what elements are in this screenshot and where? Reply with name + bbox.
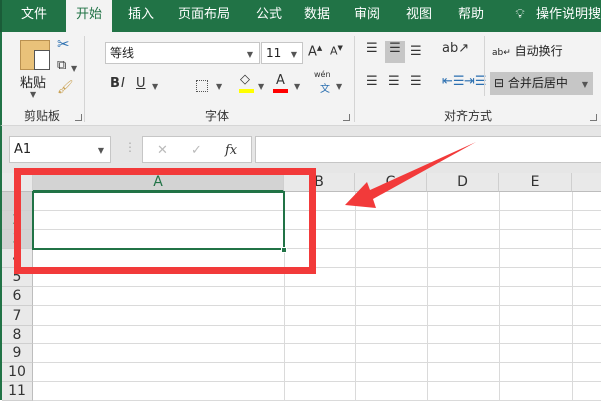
annotation-arrow (345, 142, 476, 208)
